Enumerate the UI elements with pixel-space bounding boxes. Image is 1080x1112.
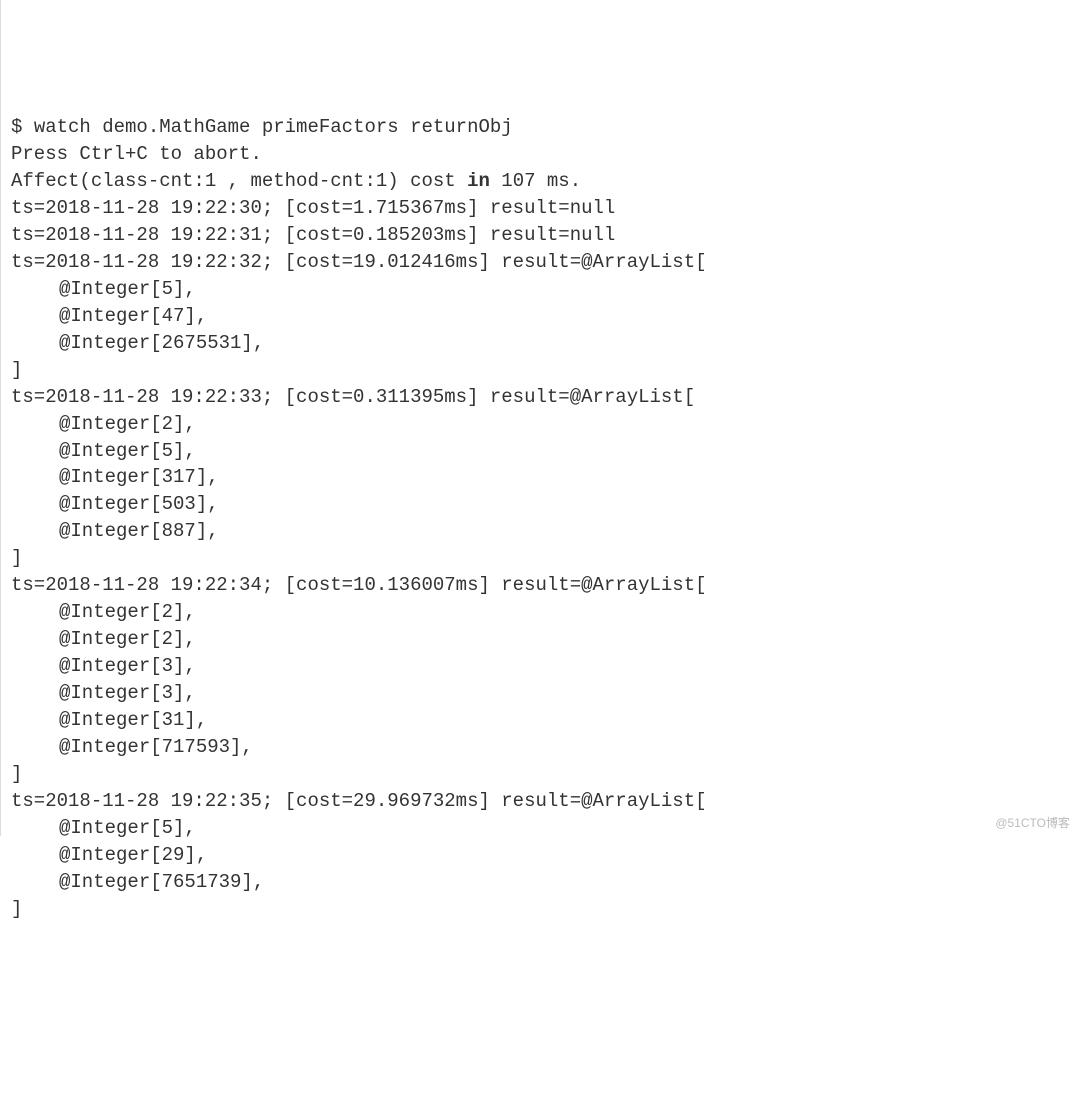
abort-hint: Press Ctrl+C to abort.	[11, 141, 1070, 168]
arraylist-close: ]	[11, 761, 1070, 788]
arraylist-item: @Integer[29],	[11, 842, 1070, 869]
arraylist-item: @Integer[2],	[11, 626, 1070, 653]
arraylist-close: ]	[11, 357, 1070, 384]
arraylist-item: @Integer[47],	[11, 303, 1070, 330]
arraylist-item: @Integer[5],	[11, 276, 1070, 303]
arraylist-item: @Integer[31],	[11, 707, 1070, 734]
arraylist-item: @Integer[2],	[11, 599, 1070, 626]
affect-bold-keyword: in	[467, 170, 490, 192]
arraylist-item: @Integer[2],	[11, 411, 1070, 438]
watch-entries: ts=2018-11-28 19:22:30; [cost=1.715367ms…	[11, 195, 1070, 923]
watch-entry-header: ts=2018-11-28 19:22:31; [cost=0.185203ms…	[11, 222, 1070, 249]
command-prompt-line[interactable]: $ watch demo.MathGame primeFactors retur…	[11, 116, 513, 138]
arraylist-close: ]	[11, 545, 1070, 572]
arraylist-item: @Integer[5],	[11, 438, 1070, 465]
arraylist-item: @Integer[5],	[11, 815, 1070, 842]
arraylist-item: @Integer[2675531],	[11, 330, 1070, 357]
watermark-text: @51CTO博客	[995, 815, 1070, 832]
arraylist-item: @Integer[3],	[11, 653, 1070, 680]
terminal-output: $ watch demo.MathGame primeFactors retur…	[11, 114, 1070, 923]
affect-suffix: 107 ms.	[490, 170, 581, 192]
arraylist-close: ]	[11, 896, 1070, 923]
prompt-symbol: $	[11, 116, 34, 138]
affect-prefix: Affect(class-cnt:1 , method-cnt:1) cost	[11, 170, 467, 192]
arraylist-item: @Integer[503],	[11, 491, 1070, 518]
watch-entry-header: ts=2018-11-28 19:22:30; [cost=1.715367ms…	[11, 195, 1070, 222]
watch-entry-header: ts=2018-11-28 19:22:32; [cost=19.012416m…	[11, 249, 1070, 276]
affect-line: Affect(class-cnt:1 , method-cnt:1) cost …	[11, 168, 1070, 195]
arraylist-item: @Integer[887],	[11, 518, 1070, 545]
arraylist-item: @Integer[717593],	[11, 734, 1070, 761]
watch-entry-header: ts=2018-11-28 19:22:33; [cost=0.311395ms…	[11, 384, 1070, 411]
watch-entry-header: ts=2018-11-28 19:22:35; [cost=29.969732m…	[11, 788, 1070, 815]
arraylist-item: @Integer[3],	[11, 680, 1070, 707]
arraylist-item: @Integer[317],	[11, 464, 1070, 491]
watch-entry-header: ts=2018-11-28 19:22:34; [cost=10.136007m…	[11, 572, 1070, 599]
arraylist-item: @Integer[7651739],	[11, 869, 1070, 896]
command-text: watch demo.MathGame primeFactors returnO…	[34, 116, 513, 138]
